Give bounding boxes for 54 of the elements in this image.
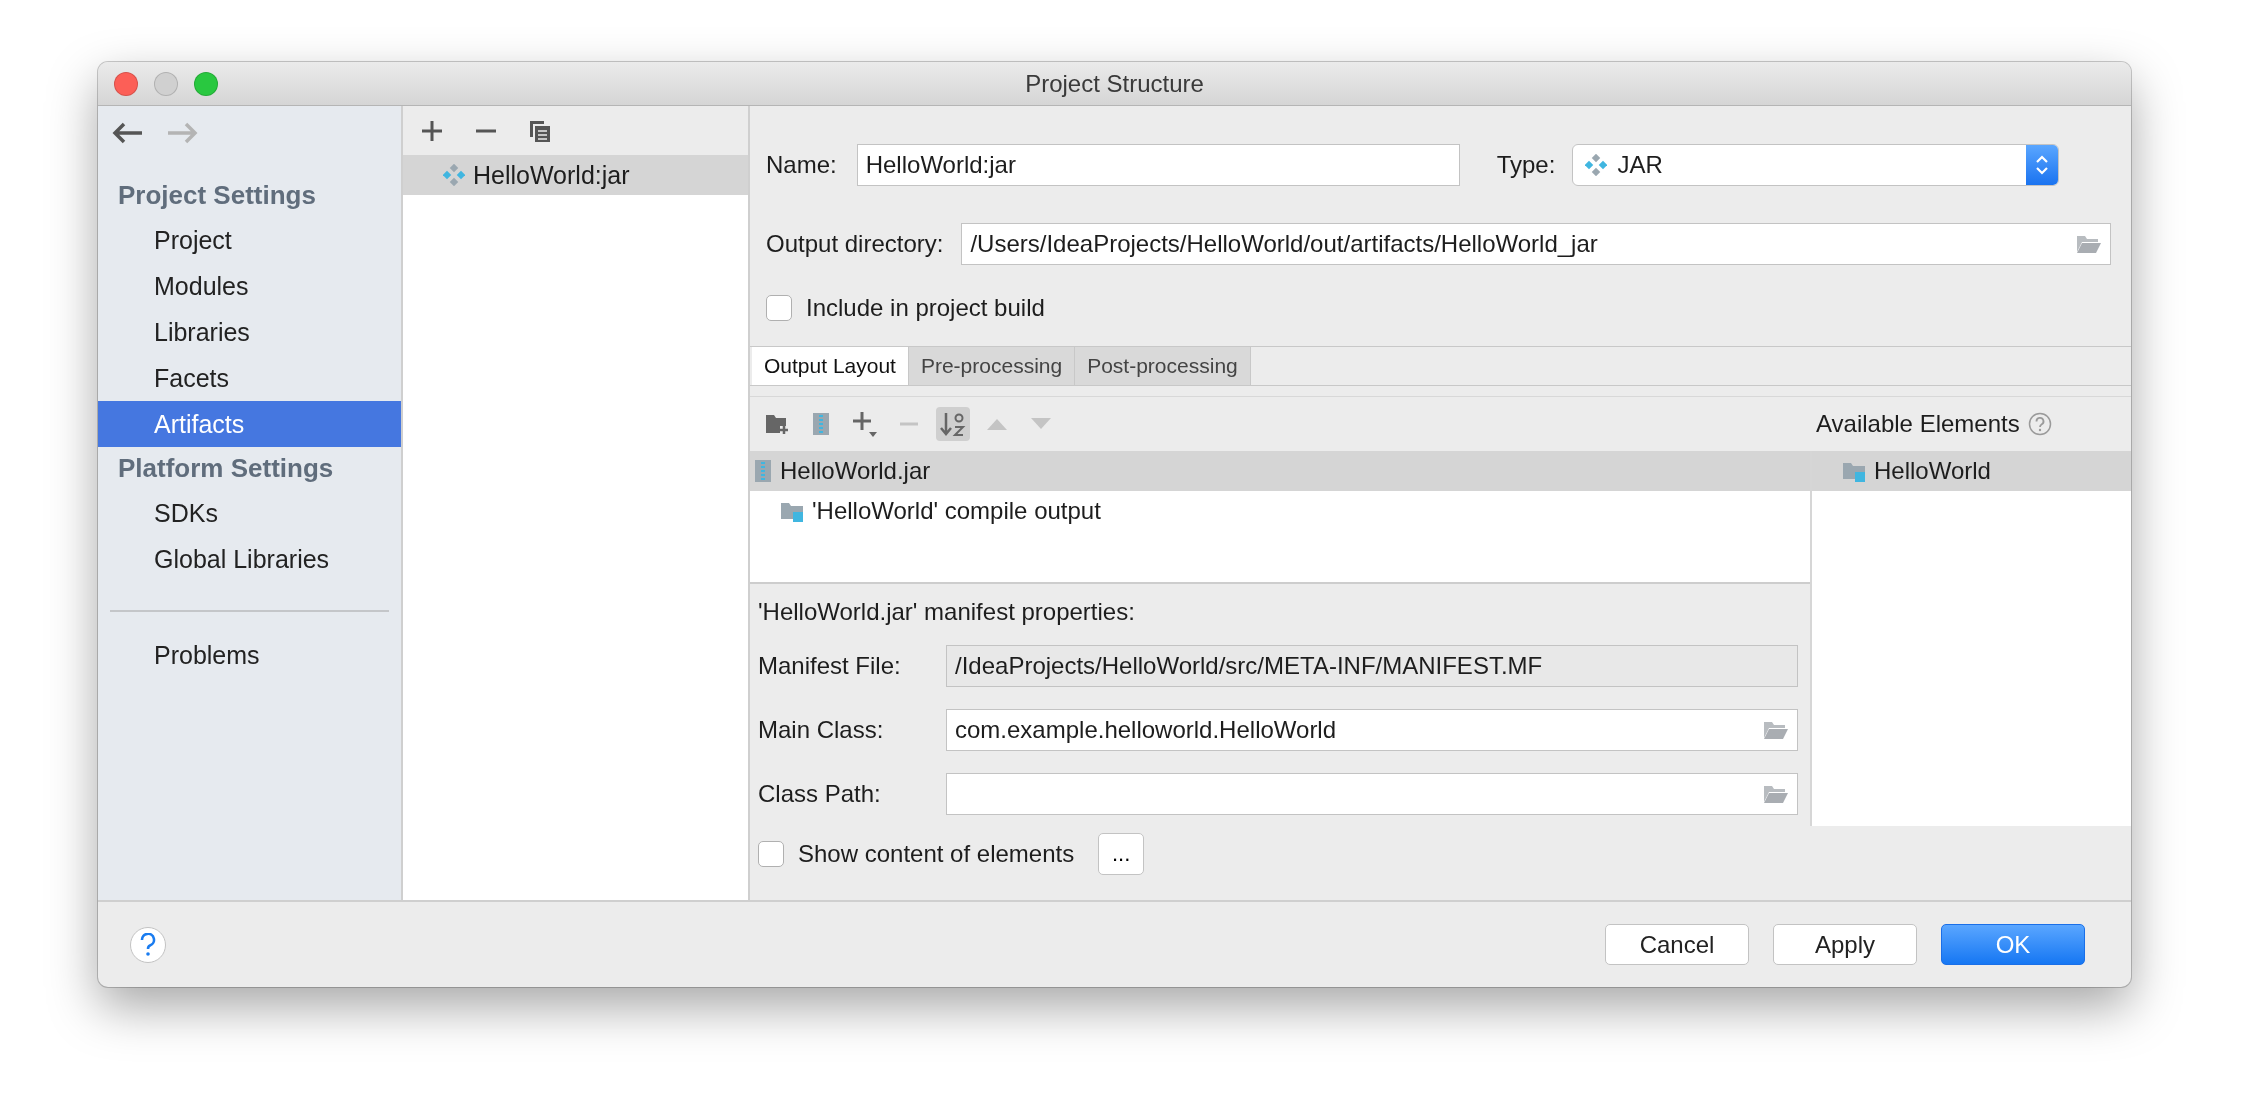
manifest-field[interactable]: /IdeaProjects/HelloWorld/src/META-INF/MANIFEST.MF (946, 645, 1798, 687)
sort-icon[interactable] (936, 407, 970, 441)
field-label: Class Path: (758, 780, 882, 808)
tab[interactable]: Output Layout (752, 347, 909, 385)
archive-icon (754, 459, 772, 483)
sidebar-item[interactable]: Project (98, 217, 401, 263)
manifest-field[interactable]: com.example.helloworld.HelloWorld (946, 709, 1798, 751)
artifact-icon (1585, 154, 1608, 176)
folder-icon (1842, 460, 1866, 482)
field-label: Name: (766, 151, 837, 179)
panel-title: Available Elements (1816, 410, 2020, 438)
dialog-button[interactable]: Apply (1773, 924, 1917, 965)
zoom-button[interactable] (194, 72, 218, 96)
folder-icon[interactable] (2076, 234, 2102, 254)
tab[interactable]: Post-processing (1075, 347, 1251, 385)
sidebar-item[interactable]: Modules (98, 263, 401, 309)
tree-item[interactable]: HelloWorld.jar (750, 451, 1810, 491)
tab[interactable]: Pre-processing (908, 347, 1076, 385)
field-label: Type: (1496, 151, 1556, 179)
checkbox-label: Include in project build (806, 294, 1045, 322)
minimize-button[interactable] (154, 72, 178, 96)
dialog-button[interactable]: Cancel (1605, 924, 1749, 965)
checkbox-label: Show content of elements (798, 840, 1075, 868)
sidebar-item[interactable]: SDKs (98, 490, 401, 536)
section-heading: Project Settings (117, 179, 317, 212)
sidebar-item[interactable]: Libraries (98, 309, 401, 355)
checkbox[interactable] (766, 295, 792, 321)
sidebar-item[interactable]: Artifacts (98, 401, 401, 447)
sidebar-item[interactable]: Facets (98, 355, 401, 401)
sidebar-item[interactable]: Problems (98, 632, 401, 678)
artifact-item[interactable]: HelloWorld:jar (403, 155, 748, 195)
name-field[interactable]: HelloWorld:jar (856, 144, 1460, 186)
field-label: Manifest File: (758, 652, 902, 680)
section-heading: Platform Settings (117, 452, 335, 485)
window-title: Project Structure (1025, 69, 1204, 98)
folder-icon[interactable] (1763, 784, 1789, 804)
field-label: Main Class: (758, 716, 885, 744)
artifact-icon (443, 164, 465, 186)
close-button[interactable] (114, 72, 138, 96)
sidebar-item[interactable]: Global Libraries (98, 536, 401, 582)
list-item[interactable]: HelloWorld (1812, 451, 2131, 491)
type-dropdown[interactable]: JAR (1572, 144, 2060, 186)
folder-icon (780, 500, 804, 522)
field-label: Output directory: (766, 230, 944, 258)
back-arrow-icon[interactable] (112, 122, 144, 144)
manifest-field[interactable] (946, 773, 1798, 815)
checkbox[interactable] (758, 841, 784, 867)
output-directory-field[interactable]: /Users/IdeaProjects/HelloWorld/out/artifacts/HelloWorld_jar (961, 223, 2111, 265)
help-icon[interactable] (2027, 412, 2052, 436)
help-icon[interactable] (130, 926, 166, 963)
stepper-icon[interactable] (2026, 145, 2059, 185)
folder-icon[interactable] (1763, 720, 1789, 740)
more-button[interactable]: ... (1098, 833, 1145, 875)
section-title: 'HelloWorld.jar' manifest properties: (758, 597, 1136, 627)
